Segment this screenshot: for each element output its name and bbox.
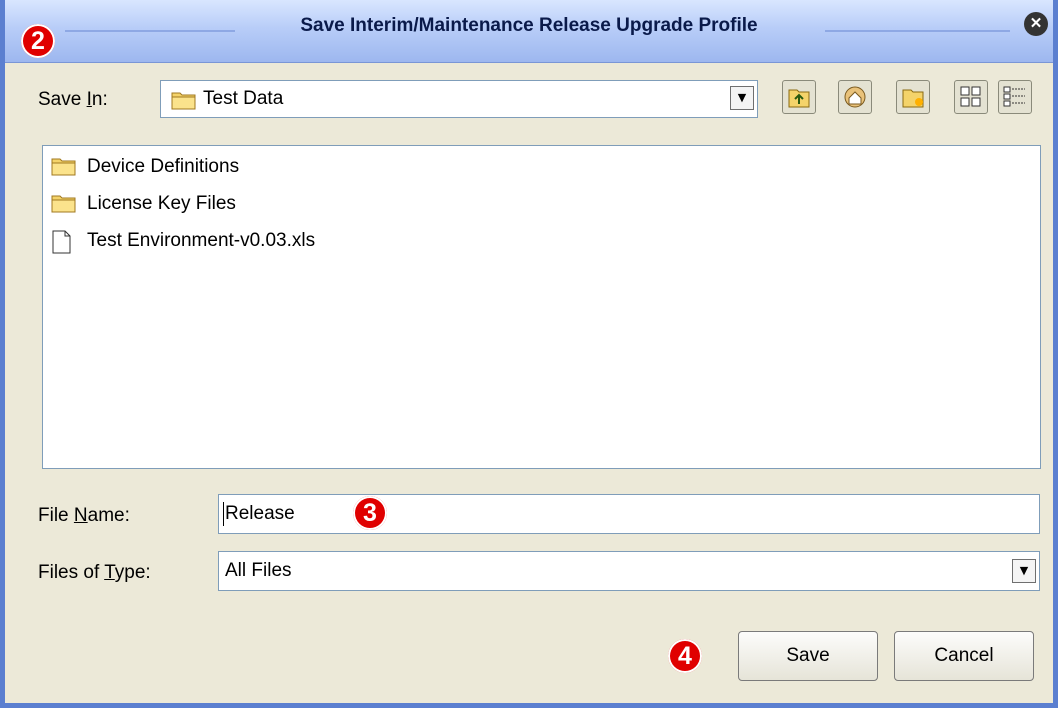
save-in-label: Save In: [38,89,108,110]
save-in-combo[interactable]: Test Data ▼ [160,80,758,118]
up-folder-icon[interactable] [782,80,816,114]
file-icon [51,230,77,254]
file-name-value: Release [225,503,295,524]
home-icon[interactable] [838,80,872,114]
close-icon[interactable]: ✕ [1024,12,1048,36]
file-list[interactable]: Device Definitions License Key Files Tes… [42,145,1041,469]
annotation-badge-3: 3 [353,496,387,530]
list-item[interactable]: Test Environment-v0.03.xls [51,226,315,256]
list-item[interactable]: License Key Files [51,189,236,219]
list-view-icon[interactable] [954,80,988,114]
text-caret [223,502,224,526]
save-dialog: Save Interim/Maintenance Release Upgrade… [0,0,1058,708]
file-type-label: Files of Type: [38,562,151,583]
list-item-label: Test Environment-v0.03.xls [87,230,316,251]
folder-icon [51,193,77,215]
list-item-label: License Key Files [87,193,236,214]
list-item[interactable]: Device Definitions [51,152,239,182]
annotation-badge-4: 4 [668,639,702,673]
folder-icon [171,90,197,114]
new-folder-icon[interactable] [896,80,930,114]
details-view-icon[interactable] [998,80,1032,114]
save-button[interactable]: Save [738,631,878,681]
file-name-label: File Name: [38,505,130,526]
cancel-button[interactable]: Cancel [894,631,1034,681]
folder-icon [51,156,77,178]
file-type-value: All Files [225,560,292,581]
dialog-title: Save Interim/Maintenance Release Upgrade… [300,15,758,36]
chevron-down-icon[interactable]: ▼ [730,86,754,110]
list-item-label: Device Definitions [87,156,240,177]
file-type-combo[interactable]: All Files ▼ [218,551,1040,591]
file-name-field[interactable]: Release [218,494,1040,534]
chevron-down-icon[interactable]: ▼ [1012,559,1036,583]
title-bar[interactable]: Save Interim/Maintenance Release Upgrade… [5,0,1053,63]
save-in-value: Test Data [203,88,284,109]
annotation-badge-2: 2 [21,24,55,58]
